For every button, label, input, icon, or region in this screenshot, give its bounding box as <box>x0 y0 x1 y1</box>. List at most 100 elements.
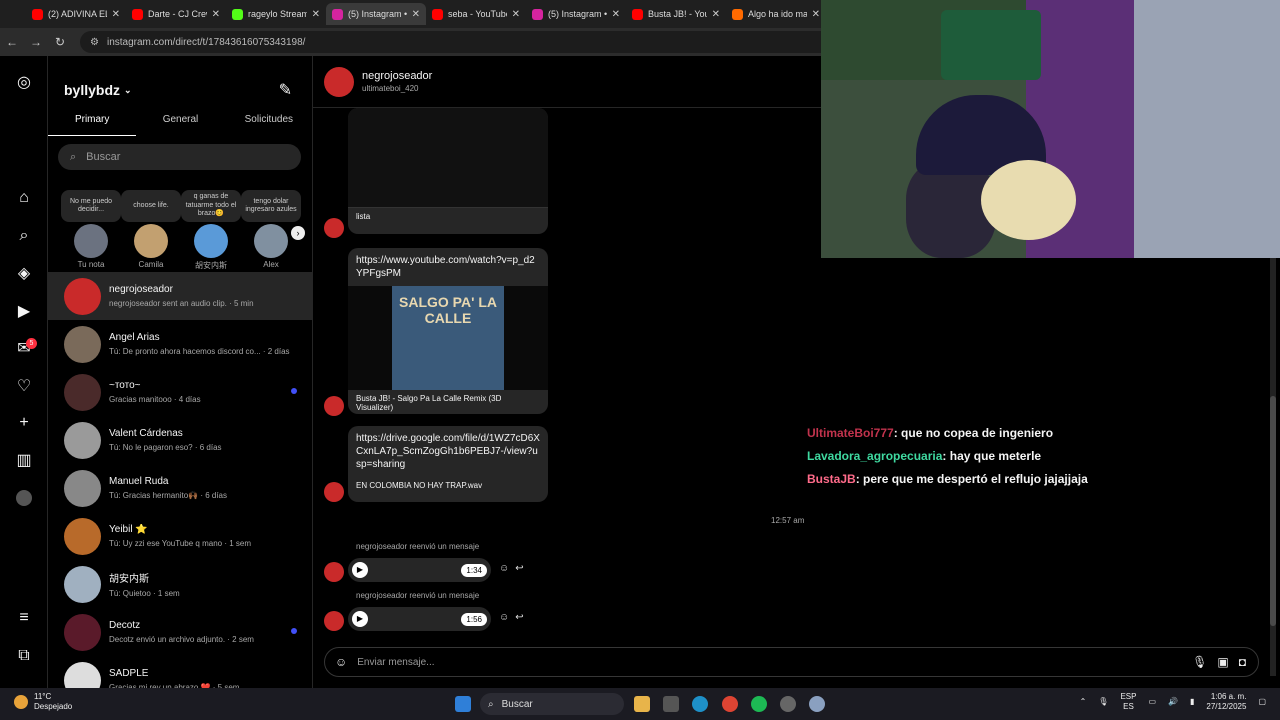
tab-primary[interactable]: Primary <box>48 108 137 136</box>
emoji-react-icon[interactable]: ☺ <box>499 563 509 574</box>
back-icon[interactable]: ← <box>0 35 24 49</box>
browser-tab[interactable]: (5) Instagram • ✕ <box>526 3 626 25</box>
settings-icon[interactable] <box>809 696 825 712</box>
edge-icon[interactable] <box>692 696 708 712</box>
reply-icon[interactable]: ↩ <box>515 612 523 623</box>
obs-icon[interactable] <box>780 696 796 712</box>
close-tab-icon[interactable]: ✕ <box>112 9 120 20</box>
notifications-icon[interactable]: ▢ <box>1258 697 1266 707</box>
browser-tab[interactable]: rageylo Stream ✕ <box>226 3 326 25</box>
message-image[interactable]: lista <box>348 108 548 234</box>
battery-icon[interactable]: ▮ <box>1190 697 1194 707</box>
reply-icon[interactable]: ↩ <box>515 563 523 574</box>
volume-icon[interactable]: 🔊 <box>1168 697 1178 707</box>
message-caption: lista <box>356 212 371 221</box>
account-switcher[interactable]: byllybdz ⌄ <box>64 82 132 98</box>
conversation-item[interactable]: ~тото~ Gracias manitooo · 4 días <box>48 368 312 416</box>
conversation-item[interactable]: Valent Cárdenas Tú: No le pagaron eso? · … <box>48 416 312 464</box>
compose-icon[interactable]: ✎ <box>279 80 292 100</box>
play-button[interactable]: ▶ <box>352 611 368 627</box>
start-icon[interactable] <box>455 696 471 712</box>
note-item[interactable]: choose life. Camila <box>121 190 181 269</box>
message-link[interactable]: https://www.youtube.com/watch?v=p_d2YPFg… <box>348 248 548 286</box>
message-input[interactable]: ☺ Enviar mensaje... 🎙 ▣ ◘ <box>324 647 1259 677</box>
conversation-item[interactable]: Yeibil ⭐ Tú: Uy zzi ese YouTube q mano · … <box>48 512 312 560</box>
chevron-up-icon[interactable]: ⌃ <box>1080 697 1087 707</box>
conversation-item[interactable]: 胡安内斯 Tú: Quietoo · 1 sem <box>48 560 312 608</box>
tab-general[interactable]: General <box>136 108 224 136</box>
conversation-item[interactable]: Decotz Decotz envió un archivo adjunto. ·… <box>48 608 312 656</box>
avatar <box>254 224 288 258</box>
weather-icon <box>14 694 28 709</box>
image-icon[interactable]: ▣ <box>1217 655 1228 669</box>
instagram-logo-icon[interactable]: ◎ <box>14 72 34 92</box>
chevron-right-icon[interactable]: › <box>291 226 305 240</box>
sender-avatar[interactable] <box>324 482 344 502</box>
conversation-item[interactable]: Angel Arias Tú: De pronto ahora hacemos d… <box>48 320 312 368</box>
message-drive-link[interactable]: https://drive.google.com/file/d/1WZ7cD6X… <box>348 426 548 502</box>
browser-tab[interactable]: (5) Instagram • ✕ <box>326 3 426 25</box>
mic-tray-icon[interactable]: 🎙 <box>1098 697 1108 707</box>
note-name: 胡安内斯 <box>195 261 227 270</box>
play-button[interactable]: ▶ <box>352 562 368 578</box>
conversation-item[interactable]: Manuel Ruda Tú: Gracias hermanito🙌🏾 · 6 d… <box>48 464 312 512</box>
shared-image <box>348 108 548 208</box>
message-youtube-link[interactable]: https://www.youtube.com/watch?v=p_d2YPFg… <box>348 248 548 414</box>
conversation-item[interactable]: negrojoseador negrojoseador sent an audio… <box>48 272 312 320</box>
clock[interactable]: 1:06 a. m. 27/12/2025 <box>1206 692 1246 711</box>
close-tab-icon[interactable]: ✕ <box>612 9 620 20</box>
profile-avatar[interactable] <box>14 488 34 508</box>
note-name: Camila <box>138 260 164 269</box>
tab-requests[interactable]: Solicitudes <box>225 108 312 136</box>
menu-icon[interactable]: ≡ <box>14 608 34 628</box>
reload-icon[interactable]: ↻ <box>48 35 72 49</box>
close-tab-icon[interactable]: ✕ <box>812 9 820 20</box>
chat-scrollbar-thumb[interactable] <box>1270 396 1276 626</box>
emoji-react-icon[interactable]: ☺ <box>499 612 509 623</box>
stream-chat-user: Lavadora_agropecuaria <box>807 449 943 463</box>
search-input[interactable]: ⌕ Buscar <box>58 144 301 170</box>
site-info-icon[interactable]: ⚙ <box>90 37 99 48</box>
emoji-icon[interactable]: ☺ <box>335 655 347 669</box>
sender-avatar[interactable] <box>324 396 344 416</box>
taskbar-search[interactable]: ⌕ Buscar <box>480 693 624 715</box>
browser-tab[interactable]: (2) ADIVINA EL ✕ <box>26 3 126 25</box>
clock-time: 1:06 a. m. <box>1210 692 1247 701</box>
sender-avatar[interactable] <box>324 562 344 582</box>
sender-avatar[interactable] <box>324 218 344 238</box>
sticker-icon[interactable]: ◘ <box>1239 655 1246 669</box>
home-icon[interactable]: ⌂ <box>14 188 34 208</box>
close-tab-icon[interactable]: ✕ <box>212 9 220 20</box>
browser-tab[interactable]: Busta JB! - You ✕ <box>626 3 726 25</box>
search-icon[interactable]: ⌕ <box>14 226 34 246</box>
close-tab-icon[interactable]: ✕ <box>512 9 520 20</box>
browser-tab[interactable]: Algo ha ido ma ✕ <box>726 3 826 25</box>
microphone-icon[interactable]: 🎙 <box>1192 655 1207 669</box>
browser-tab[interactable]: Darte - CJ Crew ✕ <box>126 3 226 25</box>
store-icon[interactable] <box>663 696 679 712</box>
file-explorer-icon[interactable] <box>634 696 650 712</box>
message-link[interactable]: https://drive.google.com/file/d/1WZ7cD6X… <box>348 426 548 477</box>
chrome-icon[interactable] <box>722 696 738 712</box>
reels-icon[interactable]: ▶ <box>14 301 34 321</box>
forward-icon[interactable]: → <box>24 35 48 49</box>
browser-tab[interactable]: seba - YouTube ✕ <box>426 3 526 25</box>
close-tab-icon[interactable]: ✕ <box>312 9 320 20</box>
weather-widget[interactable]: 11°C Despejado <box>14 692 72 711</box>
close-tab-icon[interactable]: ✕ <box>412 9 420 20</box>
note-item[interactable]: q ganas de tatuarme todo el brazo😊 胡安内斯 <box>181 190 241 271</box>
network-icon[interactable]: ▭ <box>1148 697 1156 707</box>
video-thumbnail[interactable]: SALGO PA' LA CALLE <box>348 286 548 390</box>
conversation-item[interactable]: SADPLE Gracias mi rey un abrazo ❤️ · 5 se… <box>48 656 312 688</box>
close-tab-icon[interactable]: ✕ <box>712 9 720 20</box>
dashboard-icon[interactable]: ▥ <box>14 450 34 470</box>
sender-avatar[interactable] <box>324 611 344 631</box>
create-icon[interactable]: + <box>14 413 34 433</box>
chat-avatar[interactable] <box>324 66 354 97</box>
heart-icon[interactable]: ♡ <box>14 376 34 396</box>
language-indicator[interactable]: ESP ES <box>1120 692 1136 711</box>
spotify-icon[interactable] <box>751 696 767 712</box>
note-item[interactable]: No me puedo decidir... Tu nota <box>61 190 121 269</box>
explore-icon[interactable]: ◈ <box>14 263 34 283</box>
apps-icon[interactable]: ⧉ <box>14 646 34 666</box>
